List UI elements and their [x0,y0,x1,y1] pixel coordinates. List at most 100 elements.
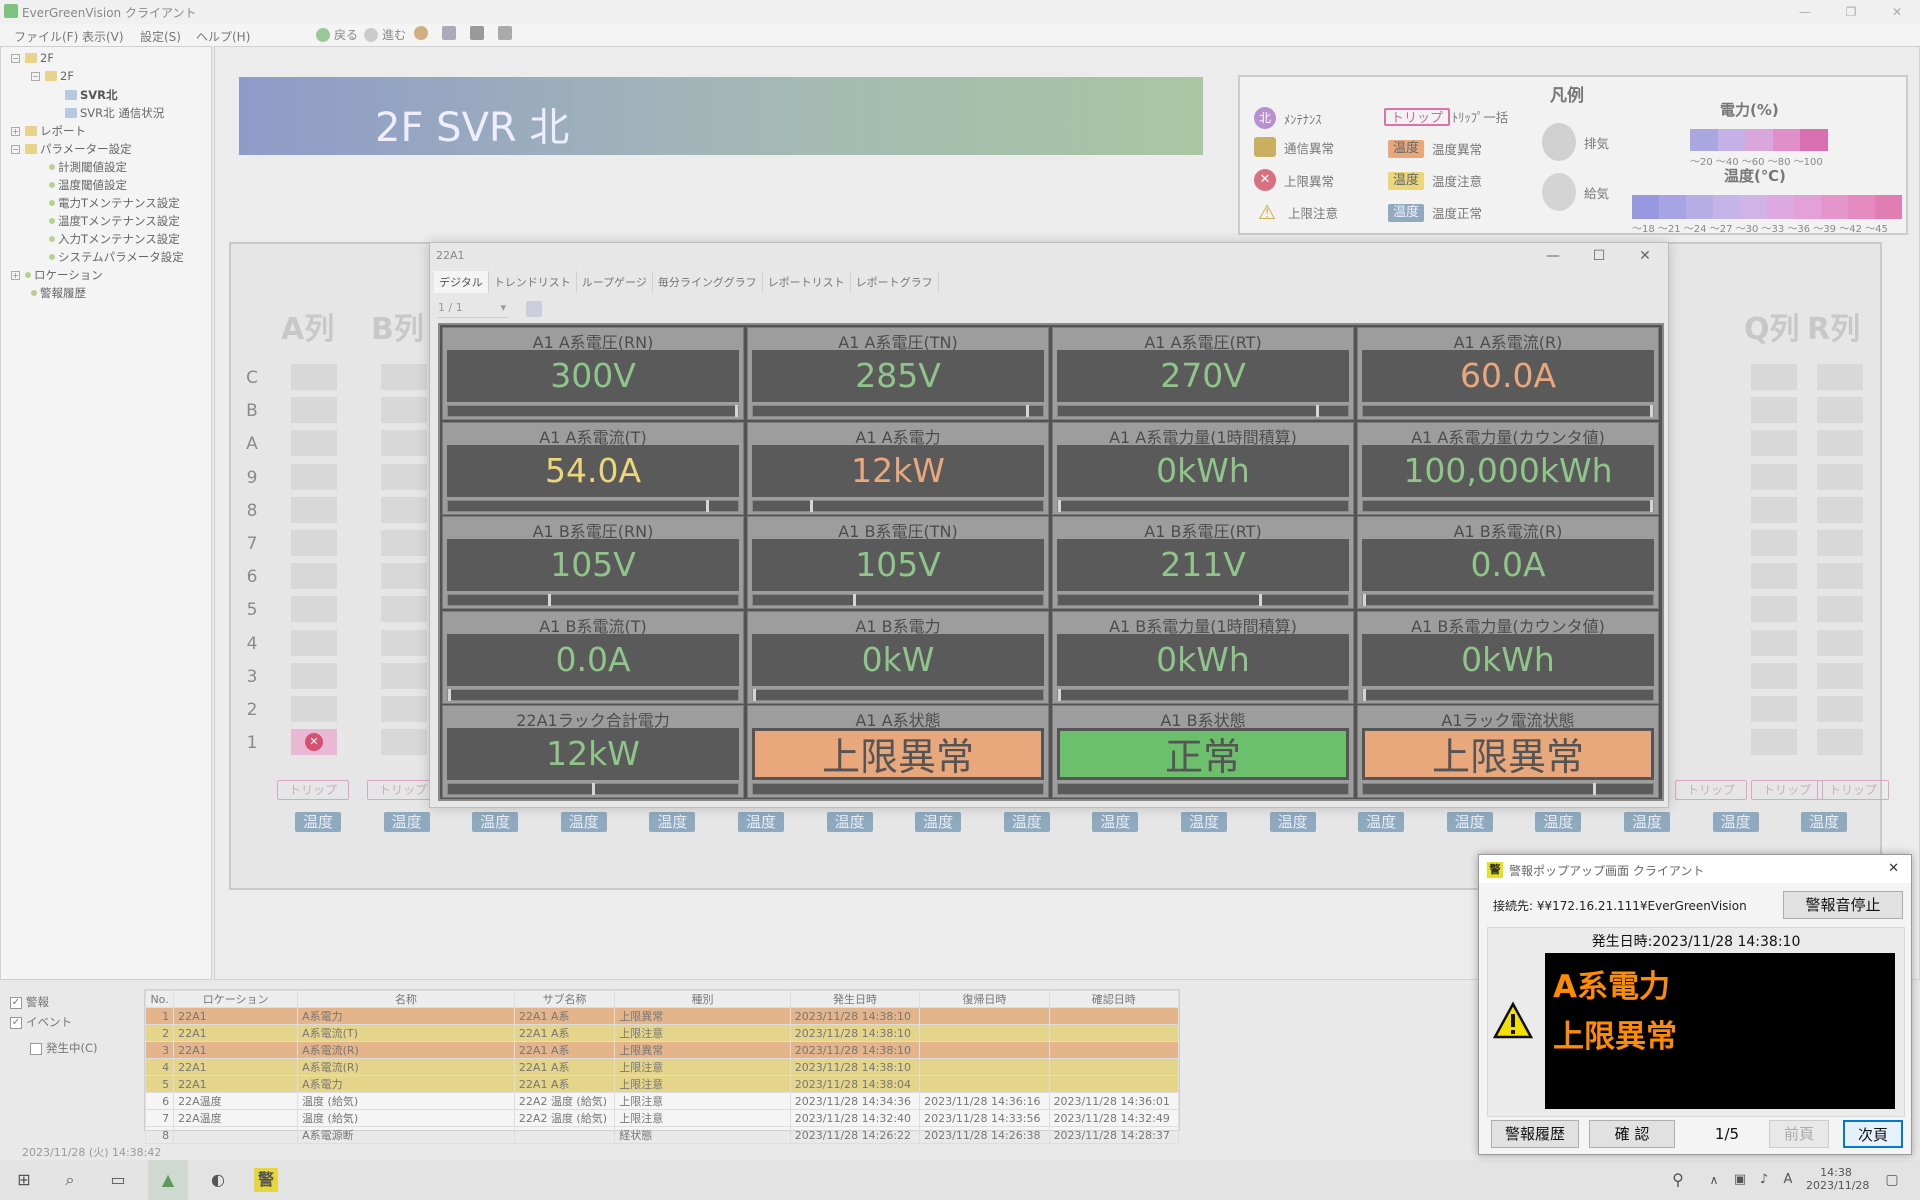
tool-button[interactable] [470,26,484,40]
dialog-minimize-button[interactable]: — [1530,243,1576,269]
temp-tag[interactable]: 温度 [738,812,784,832]
rack-slot[interactable] [291,662,337,689]
digital-cell[interactable]: A1 A系電力量(カウンタ値) 100,000kWh [1357,421,1659,515]
rack-slot[interactable] [291,430,337,457]
table-row[interactable]: 2 22A1 A系電流(T) 22A1 A系 上限注意 2023/11/28 14:38:… [144,1024,1180,1042]
rack-slot[interactable] [381,530,427,556]
rack-slot[interactable] [1817,596,1863,623]
table-row[interactable]: 1 22A1 A系電力 22A1 A系 上限異常 2023/11/28 14:38:10 [144,1007,1180,1025]
alarm-history-button[interactable]: 警報履歴 [1491,1120,1579,1148]
rack-slot[interactable] [1751,596,1797,623]
menu-help[interactable]: ヘルプ(H) [196,28,250,45]
rack-slot[interactable] [1817,397,1863,424]
tree-node-location[interactable]: + ロケーション [11,267,103,283]
dialog-maximize-button[interactable]: ☐ [1576,243,1622,269]
tree-node-input-maint[interactable]: 入力Tメンテナンス設定 [49,231,180,247]
table-row[interactable]: 3 22A1 A系電流(R) 22A1 A系 上限異常 2023/11/28 14:38:… [144,1041,1180,1059]
rack-slot[interactable]: ✕ [291,729,337,756]
rack-slot[interactable] [1751,530,1797,556]
ime-icon[interactable]: A [1776,1168,1800,1192]
temp-tag[interactable]: 温度 [649,812,696,832]
temp-tag[interactable]: 温度 [383,812,430,832]
temp-tag[interactable]: 温度 [1446,812,1493,832]
rack-slot[interactable] [381,430,427,457]
tree-node-svr-north[interactable]: SVR北 [65,87,118,103]
rack-slot[interactable] [381,696,427,722]
temp-tag[interactable]: 温度 [1624,812,1670,832]
rack-slot[interactable] [1751,629,1797,656]
temp-tag[interactable]: 温度 [1712,812,1759,832]
rack-slot[interactable] [1751,496,1797,523]
rack-slot[interactable] [1817,463,1863,490]
tree-node-temp-threshold[interactable]: 温度閾値設定 [49,177,127,193]
tree-node-measure-threshold[interactable]: 計測閾値設定 [49,159,127,175]
table-row[interactable]: 7 22A温度 温度 (給気) 22A2 温度 (給気) 上限注意 2023/11/28 … [144,1109,1180,1127]
rack-slot[interactable] [291,496,337,523]
column-header[interactable]: サブ名称 [513,990,616,1008]
back-button[interactable]: 戻る [316,26,358,43]
link-button[interactable] [498,26,512,40]
rack-slot[interactable] [1817,729,1863,756]
column-header[interactable]: 確認日時 [1048,990,1180,1008]
digital-cell[interactable]: 22A1ラック合計電力 12kW [442,705,744,798]
trip-tag[interactable]: トリップ [1675,780,1747,800]
column-header[interactable]: 発生日時 [789,990,921,1008]
rack-slot[interactable] [381,563,427,590]
rack-slot[interactable] [381,729,427,756]
tree-node-2f-root[interactable]: − 2F [11,51,54,65]
digital-cell[interactable]: A1 B系電流(T) 0.0A [442,610,744,704]
temp-tag[interactable]: 温度 [472,812,519,832]
rack-slot[interactable] [291,563,337,590]
rack-slot[interactable] [1817,696,1863,722]
digital-cell[interactable]: A1 B系電流(R) 0.0A [1357,516,1659,609]
digital-cell[interactable]: A1 B系状態 正常 [1052,705,1354,798]
windows-start-icon[interactable]: ⊞ [12,1168,36,1192]
task-view-icon[interactable]: ▭ [106,1168,130,1192]
tab-digital[interactable]: デジタル [434,271,489,293]
temp-tag[interactable]: 温度 [1181,812,1227,832]
trip-tag[interactable]: トリップ [1817,780,1889,800]
digital-cell[interactable]: A1 A系電圧(RN) 300V [442,327,744,420]
tab-report-list[interactable]: レポートリスト [763,271,851,293]
rack-slot[interactable] [1751,430,1797,457]
prev-page-button[interactable]: 前頁 [1769,1120,1829,1148]
checkbox-checked-icon[interactable]: ✓ [10,996,22,1009]
menu-settings[interactable]: 設定(S) [140,28,181,45]
expand-icon[interactable]: + [11,126,20,136]
people-icon[interactable]: ⚲ [1666,1168,1690,1192]
tree-node-report[interactable]: + レポート [11,123,86,139]
export-icon[interactable] [526,301,542,317]
tree-node-alarm-history[interactable]: 警報履歴 [31,285,86,301]
column-header[interactable]: No. [144,990,175,1008]
rack-slot[interactable] [291,530,337,556]
rack-slot[interactable] [1751,397,1797,424]
search-icon[interactable]: ⌕ [58,1168,82,1192]
temp-tag[interactable]: 温度 [826,812,873,832]
maximize-button[interactable]: ❐ [1828,0,1874,24]
temp-tag[interactable]: 温度 [1801,812,1848,832]
tab-loop-gauge[interactable]: ループゲージ [577,271,653,293]
folder-button[interactable] [442,26,456,40]
rack-slot[interactable] [291,596,337,623]
menu-file[interactable]: ファイル(F) [14,28,78,45]
dialog-close-button[interactable]: ✕ [1622,243,1668,269]
network-icon[interactable]: ▣ [1728,1168,1752,1192]
digital-cell[interactable]: A1 B系電力量(1時間積算) 0kWh [1052,610,1354,704]
rack-slot[interactable] [291,696,337,722]
tree-node-power-maint[interactable]: 電力Tメンテナンス設定 [49,195,180,211]
forward-button[interactable]: 進む [364,26,406,43]
rack-slot[interactable] [1751,463,1797,490]
chevron-up-icon[interactable]: ∧ [1702,1168,1726,1192]
rack-slot[interactable] [291,397,337,424]
home-button[interactable] [414,26,428,40]
rack-slot[interactable] [381,364,427,390]
rack-slot[interactable] [1817,629,1863,656]
filter-alarm[interactable]: ✓ 警報 [10,994,49,1010]
tree-node-svr-north-comm[interactable]: SVR北 通信状況 [65,105,164,121]
evergreen-app-icon[interactable]: ▲ [148,1160,188,1200]
rack-slot[interactable] [1817,430,1863,457]
close-button[interactable]: ✕ [1874,0,1920,24]
temp-tag[interactable]: 温度 [915,812,962,832]
rack-slot[interactable] [291,629,337,656]
trip-tag[interactable]: トリップ [277,780,349,800]
